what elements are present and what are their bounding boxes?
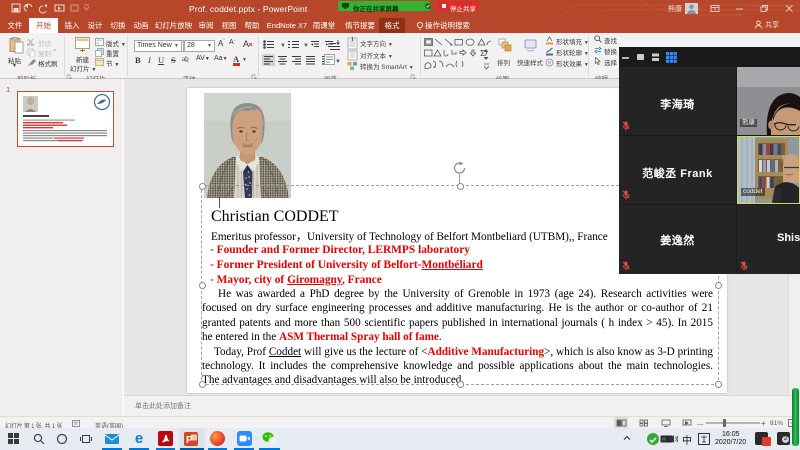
svg-text:A: A [243,39,249,49]
svg-text:▼: ▼ [303,43,309,49]
svg-text:P: P [186,435,193,446]
svg-text:▼: ▼ [335,59,340,65]
svg-text:▼: ▼ [280,43,286,49]
